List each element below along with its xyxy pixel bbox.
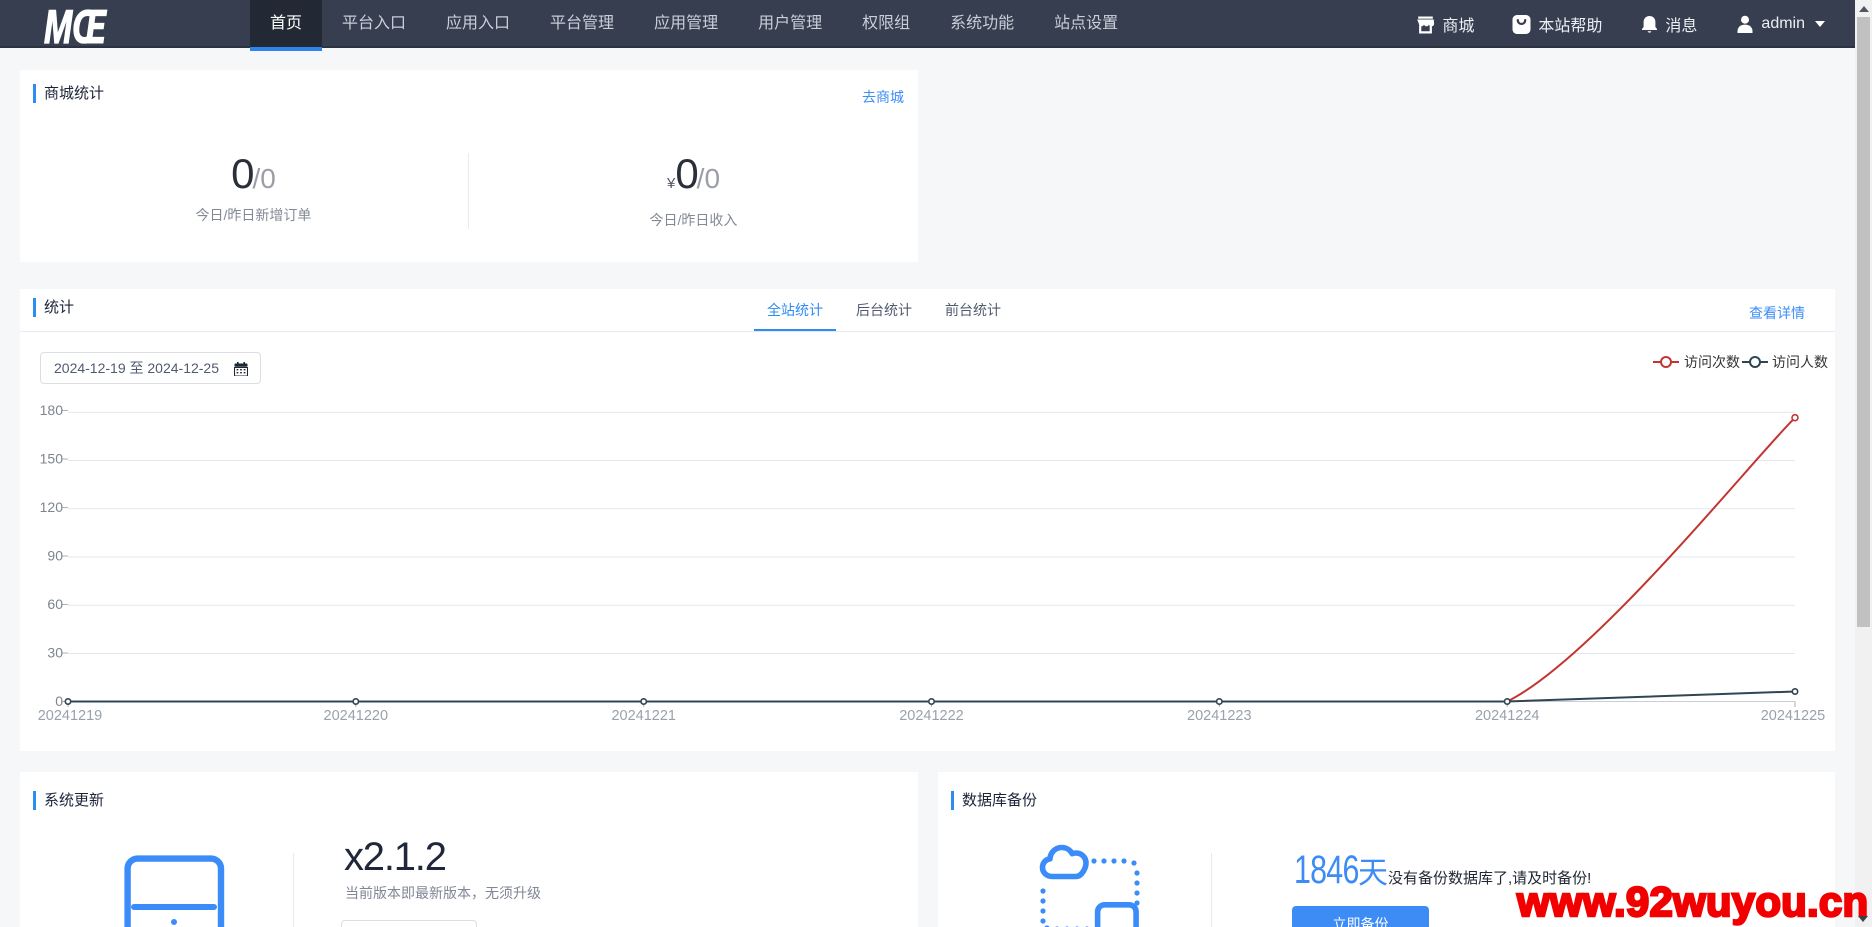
- svg-text:20241220: 20241220: [324, 708, 389, 724]
- svg-text:120: 120: [40, 499, 64, 515]
- svg-text:20241225: 20241225: [1761, 708, 1826, 724]
- svg-text:150: 150: [40, 451, 64, 467]
- svg-text:MŒ: MŒ: [44, 6, 107, 48]
- svg-text:20241221: 20241221: [611, 708, 676, 724]
- svg-text:20241222: 20241222: [899, 708, 964, 724]
- svg-text:20241219: 20241219: [38, 708, 103, 724]
- svg-text:20241224: 20241224: [1475, 708, 1540, 724]
- svg-text:90: 90: [47, 548, 63, 564]
- svg-text:20241223: 20241223: [1187, 708, 1252, 724]
- svg-text:60: 60: [47, 596, 63, 612]
- svg-text:访问次数: 访问次数: [1684, 354, 1740, 370]
- svg-text:访问人数: 访问人数: [1772, 354, 1828, 370]
- svg-text:0: 0: [55, 693, 63, 709]
- svg-text:30: 30: [47, 645, 63, 661]
- svg-text:180: 180: [40, 402, 64, 418]
